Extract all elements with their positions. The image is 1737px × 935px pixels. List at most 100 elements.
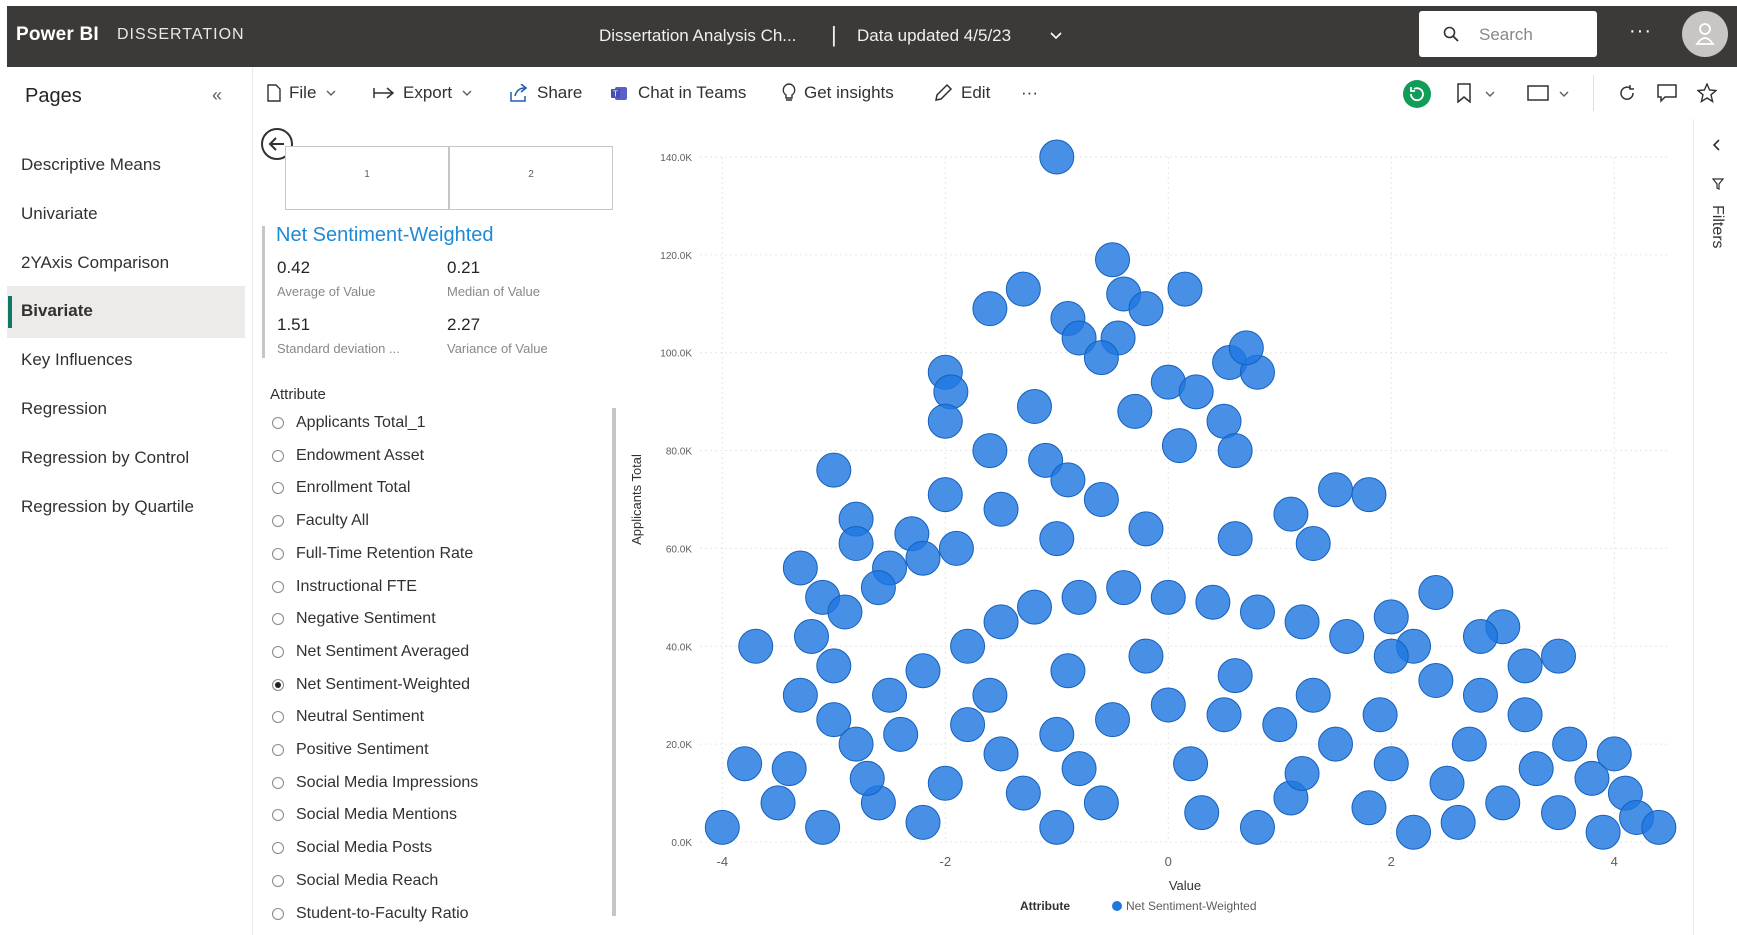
more-actions-icon[interactable]: ··· (1021, 82, 1038, 104)
refresh-status-icon[interactable] (1402, 79, 1432, 109)
data-point (1273, 496, 1309, 532)
slicer-option[interactable]: Social Media Mentions (272, 802, 457, 828)
radio-icon[interactable] (272, 449, 284, 462)
data-point (1541, 795, 1577, 831)
data-point (805, 809, 841, 845)
page-item-regression[interactable]: Regression (7, 384, 245, 436)
radio-icon[interactable] (272, 515, 284, 528)
comment-icon[interactable] (1657, 83, 1677, 103)
radio-icon[interactable] (272, 417, 284, 429)
chat-in-teams-button[interactable]: T Chat in Teams (610, 82, 746, 104)
expand-filters-icon[interactable] (1710, 138, 1724, 152)
radio-selected-icon[interactable] (272, 678, 284, 691)
edit-button[interactable]: Edit (933, 82, 990, 104)
slicer-option[interactable]: Instructional FTE (272, 574, 417, 600)
x-tick-label: -2 (940, 854, 952, 869)
radio-icon[interactable] (272, 711, 284, 724)
bookmark-icon[interactable] (1457, 83, 1471, 103)
slicer-option[interactable]: Social Media Posts (272, 835, 432, 861)
page-item-bivariate[interactable]: Bivariate (7, 286, 245, 338)
power-bi-logo[interactable]: Power BI (16, 24, 99, 46)
radio-icon[interactable] (272, 874, 284, 887)
scatter-chart[interactable]: 0.0K 20.0K 40.0K 60.0K 80.0K 100.0K 120.0K 140.… (620, 130, 1690, 930)
workspace-name[interactable]: DISSERTATION (117, 26, 245, 44)
more-options-icon[interactable]: ··· (1629, 20, 1652, 43)
data-point (1228, 330, 1264, 366)
slicer-option[interactable]: Social Media Reach (272, 868, 438, 894)
radio-icon[interactable] (272, 613, 284, 626)
slicer-option[interactable]: Endowment Asset (272, 443, 424, 469)
data-point (782, 677, 818, 713)
slicer-option[interactable]: Social Media Impressions (272, 770, 478, 796)
chevron-down-icon[interactable] (1559, 89, 1569, 99)
slicer-option[interactable]: Neutral Sentiment (272, 704, 424, 730)
data-point (1429, 765, 1465, 801)
get-insights-button[interactable]: Get insights (782, 82, 894, 104)
share-button[interactable]: Share (509, 82, 582, 104)
page-item-key-influences[interactable]: Key Influences (7, 335, 245, 387)
kpi-title: Net Sentiment-Weighted (276, 224, 494, 246)
view-icon[interactable] (1527, 85, 1549, 101)
slicer-option-label: Negative Sentiment (296, 610, 436, 628)
slicer-option[interactable]: Enrollment Total (272, 475, 410, 501)
radio-icon[interactable] (272, 645, 284, 658)
slicer-option[interactable]: Full-Time Retention Rate (272, 541, 473, 567)
slicer-option[interactable]: Student-to-Faculty Ratio (272, 901, 469, 927)
collapse-pages-icon[interactable]: « (212, 85, 222, 106)
filter-icon[interactable] (1712, 178, 1724, 190)
radio-icon[interactable] (272, 547, 284, 560)
legend-marker (1112, 901, 1122, 911)
pages-title: Pages (25, 85, 82, 107)
radio-icon[interactable] (272, 482, 284, 495)
page-item-regression-by-quartile[interactable]: Regression by Quartile (7, 482, 245, 534)
average-label: Average of Value (277, 284, 376, 299)
slicer-option[interactable]: Applicants Total_1 (272, 410, 426, 436)
slicer-option[interactable]: Faculty All (272, 508, 369, 534)
toolbar-divider (1593, 75, 1594, 111)
data-point (1351, 477, 1387, 513)
radio-icon[interactable] (272, 776, 284, 789)
data-point (1485, 785, 1521, 821)
page-item-2yaxis-comparison[interactable]: 2YAxis Comparison (7, 238, 245, 290)
y-tick-label: 80.0K (666, 447, 692, 458)
radio-icon[interactable] (272, 907, 284, 920)
export-menu-button[interactable]: Export (373, 82, 480, 104)
slicer-scrollbar[interactable] (612, 408, 616, 916)
data-point (1039, 716, 1075, 752)
page-item-regression-by-control[interactable]: Regression by Control (7, 433, 245, 485)
search-box[interactable]: Search (1419, 11, 1597, 57)
page-item-univariate[interactable]: Univariate (7, 189, 245, 241)
radio-icon[interactable] (272, 842, 284, 855)
data-point (793, 619, 829, 654)
chevron-down-icon[interactable] (1485, 89, 1495, 99)
teams-icon: T (611, 87, 627, 100)
kpi-accent-bar (262, 226, 265, 358)
data-point (883, 716, 919, 752)
legend-title: Attribute (1020, 899, 1070, 913)
card-visual-1[interactable]: 1 (285, 146, 449, 210)
slicer-option[interactable]: Net Sentiment Averaged (272, 639, 469, 665)
get-insights-label: Get insights (804, 83, 894, 102)
data-point (838, 526, 874, 562)
data-point (950, 707, 986, 743)
avatar[interactable] (1682, 11, 1728, 57)
search-placeholder: Search (1479, 25, 1533, 44)
file-menu-button[interactable]: File (267, 82, 344, 104)
data-point (905, 653, 941, 689)
slicer-option[interactable]: Net Sentiment-Weighted (272, 672, 470, 698)
radio-icon[interactable] (272, 580, 284, 593)
data-updated-label[interactable]: Data updated 4/5/23 (857, 26, 1011, 46)
radio-icon[interactable] (272, 809, 284, 822)
filters-pane-label[interactable]: Filters (1708, 205, 1726, 249)
reload-icon[interactable] (1618, 84, 1636, 102)
favorite-icon[interactable] (1697, 83, 1717, 103)
card-visual-2[interactable]: 2 (449, 146, 613, 210)
slicer-option-label: Full-Time Retention Rate (296, 544, 474, 562)
chevron-down-icon[interactable] (1049, 28, 1063, 42)
page-item-descriptive-means[interactable]: Descriptive Means (7, 140, 245, 192)
page-item-label: Univariate (21, 204, 98, 223)
report-title[interactable]: Dissertation Analysis Ch... (599, 26, 796, 46)
slicer-option[interactable]: Negative Sentiment (272, 606, 436, 632)
slicer-option[interactable]: Positive Sentiment (272, 737, 429, 763)
radio-icon[interactable] (272, 744, 284, 756)
